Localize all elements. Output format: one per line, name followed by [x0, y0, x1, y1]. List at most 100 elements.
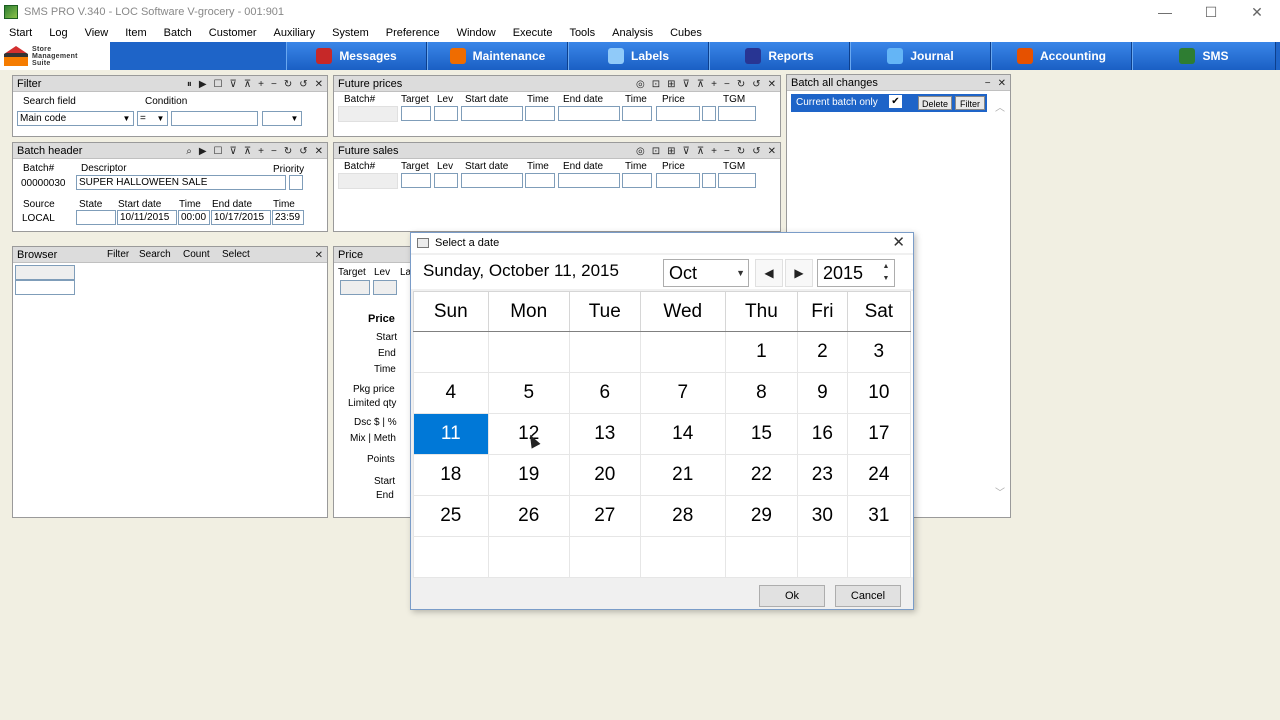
- sort-icon[interactable]: ⊼: [697, 79, 704, 90]
- add-icon[interactable]: +: [258, 146, 264, 157]
- day-cell[interactable]: [413, 331, 489, 373]
- import-icon[interactable]: ⊡: [652, 79, 660, 90]
- menu-cubes[interactable]: Cubes: [661, 27, 710, 39]
- day-cell[interactable]: 14: [639, 413, 726, 455]
- sort-icon[interactable]: ⊼: [244, 79, 251, 90]
- prev-month-button[interactable]: ◀: [755, 259, 783, 287]
- day-cell[interactable]: 20: [568, 454, 641, 496]
- current-batch-checkbox[interactable]: ✔: [889, 95, 902, 108]
- day-cell[interactable]: 4: [413, 372, 489, 414]
- maintenance-button[interactable]: Maintenance: [427, 42, 568, 70]
- day-cell[interactable]: 8: [724, 372, 799, 414]
- row-field[interactable]: [558, 106, 620, 121]
- refresh-icon[interactable]: ↻: [284, 79, 292, 90]
- end-date-input[interactable]: 10/17/2015: [211, 210, 271, 225]
- remove-icon[interactable]: −: [724, 146, 730, 157]
- play-icon[interactable]: ▶: [199, 146, 207, 157]
- link-icon[interactable]: ◎: [636, 79, 645, 90]
- day-cell[interactable]: [846, 536, 912, 578]
- window-icon[interactable]: ☐: [214, 79, 223, 90]
- menu-auxiliary[interactable]: Auxiliary: [264, 27, 323, 39]
- labels-button[interactable]: Labels: [568, 42, 709, 70]
- menu-tools[interactable]: Tools: [560, 27, 603, 39]
- row-field[interactable]: [434, 106, 458, 121]
- menu-preference[interactable]: Preference: [377, 27, 448, 39]
- refresh-icon[interactable]: ↻: [737, 146, 745, 157]
- day-cell[interactable]: 21: [639, 454, 726, 496]
- day-cell[interactable]: 19: [487, 454, 570, 496]
- day-cell[interactable]: 27: [568, 495, 641, 537]
- menu-log[interactable]: Log: [40, 27, 75, 39]
- search-icon[interactable]: ⌕: [186, 146, 192, 157]
- day-cell[interactable]: 25: [413, 495, 489, 537]
- day-cell[interactable]: [487, 331, 570, 373]
- menu-batch[interactable]: Batch: [155, 27, 200, 39]
- state-input[interactable]: [76, 210, 116, 225]
- browser-row[interactable]: [15, 265, 75, 280]
- filter-value-input[interactable]: [171, 111, 258, 126]
- add-icon[interactable]: +: [258, 79, 264, 90]
- export-icon[interactable]: ⊞: [667, 79, 675, 90]
- next-month-button[interactable]: ▶: [785, 259, 813, 287]
- price-lev-field[interactable]: [373, 280, 397, 295]
- undo-icon[interactable]: ↺: [299, 79, 307, 90]
- day-cell[interactable]: [568, 331, 641, 373]
- day-cell[interactable]: 24: [846, 454, 912, 496]
- panel-close-icon[interactable]: ✕: [768, 146, 776, 157]
- row-field[interactable]: [558, 173, 620, 188]
- reports-button[interactable]: Reports: [709, 42, 850, 70]
- start-date-input[interactable]: 10/11/2015: [117, 210, 177, 225]
- row-field[interactable]: [656, 173, 700, 188]
- remove-icon[interactable]: −: [271, 79, 277, 90]
- ok-button[interactable]: Ok: [759, 585, 825, 607]
- day-cell[interactable]: [639, 331, 726, 373]
- month-select[interactable]: Oct ▼: [663, 259, 749, 287]
- panel-close-icon[interactable]: ✕: [315, 250, 323, 261]
- day-cell[interactable]: 23: [797, 454, 848, 496]
- sms-button[interactable]: SMS: [1132, 42, 1276, 70]
- day-cell[interactable]: [568, 536, 641, 578]
- row-field[interactable]: [461, 173, 523, 188]
- menu-window[interactable]: Window: [448, 27, 504, 39]
- condition-select[interactable]: = ▼: [137, 111, 168, 126]
- remove-icon[interactable]: −: [724, 79, 730, 90]
- messages-button[interactable]: Messages: [286, 42, 427, 70]
- import-icon[interactable]: ⊡: [652, 146, 660, 157]
- row-field[interactable]: [338, 173, 398, 189]
- undo-icon[interactable]: ↺: [299, 146, 307, 157]
- menu-execute[interactable]: Execute: [504, 27, 561, 39]
- close-button[interactable]: ✕: [1234, 0, 1280, 24]
- day-cell[interactable]: [487, 536, 570, 578]
- add-icon[interactable]: +: [711, 79, 717, 90]
- panel-close-icon[interactable]: ✕: [998, 78, 1006, 89]
- row-field[interactable]: [718, 106, 756, 121]
- filter-icon[interactable]: ⊽: [682, 146, 689, 157]
- start-time-input[interactable]: 00:00: [178, 210, 210, 225]
- day-cell[interactable]: [797, 536, 848, 578]
- scroll-down-icon[interactable]: ﹀: [995, 484, 1005, 499]
- browser-row[interactable]: [15, 280, 75, 295]
- panel-close-icon[interactable]: ✕: [315, 79, 323, 90]
- export-icon[interactable]: ⊞: [667, 146, 675, 157]
- row-field[interactable]: [401, 106, 431, 121]
- day-cell[interactable]: 26: [487, 495, 570, 537]
- filter-extra-select[interactable]: ▼: [262, 111, 302, 126]
- row-field[interactable]: [434, 173, 458, 188]
- priority-input[interactable]: [289, 175, 303, 190]
- sort-icon[interactable]: ⊼: [697, 146, 704, 157]
- descriptor-input[interactable]: SUPER HALLOWEEN SALE: [76, 175, 286, 190]
- search-field-select[interactable]: Main code ▼: [17, 111, 134, 126]
- day-cell[interactable]: 2: [797, 331, 848, 373]
- pause-icon[interactable]: ⏸: [187, 79, 192, 90]
- browser-filter[interactable]: Filter: [107, 249, 129, 260]
- row-field[interactable]: [622, 106, 652, 121]
- minimize-panel-icon[interactable]: −: [985, 78, 991, 89]
- row-field[interactable]: [622, 173, 652, 188]
- day-cell[interactable]: 10: [846, 372, 912, 414]
- link-icon[interactable]: ◎: [636, 146, 645, 157]
- day-cell[interactable]: 6: [568, 372, 641, 414]
- row-field[interactable]: [401, 173, 431, 188]
- spinner-arrows-icon[interactable]: ▲ ▼: [880, 261, 892, 285]
- row-field[interactable]: [461, 106, 523, 121]
- day-cell[interactable]: [724, 536, 799, 578]
